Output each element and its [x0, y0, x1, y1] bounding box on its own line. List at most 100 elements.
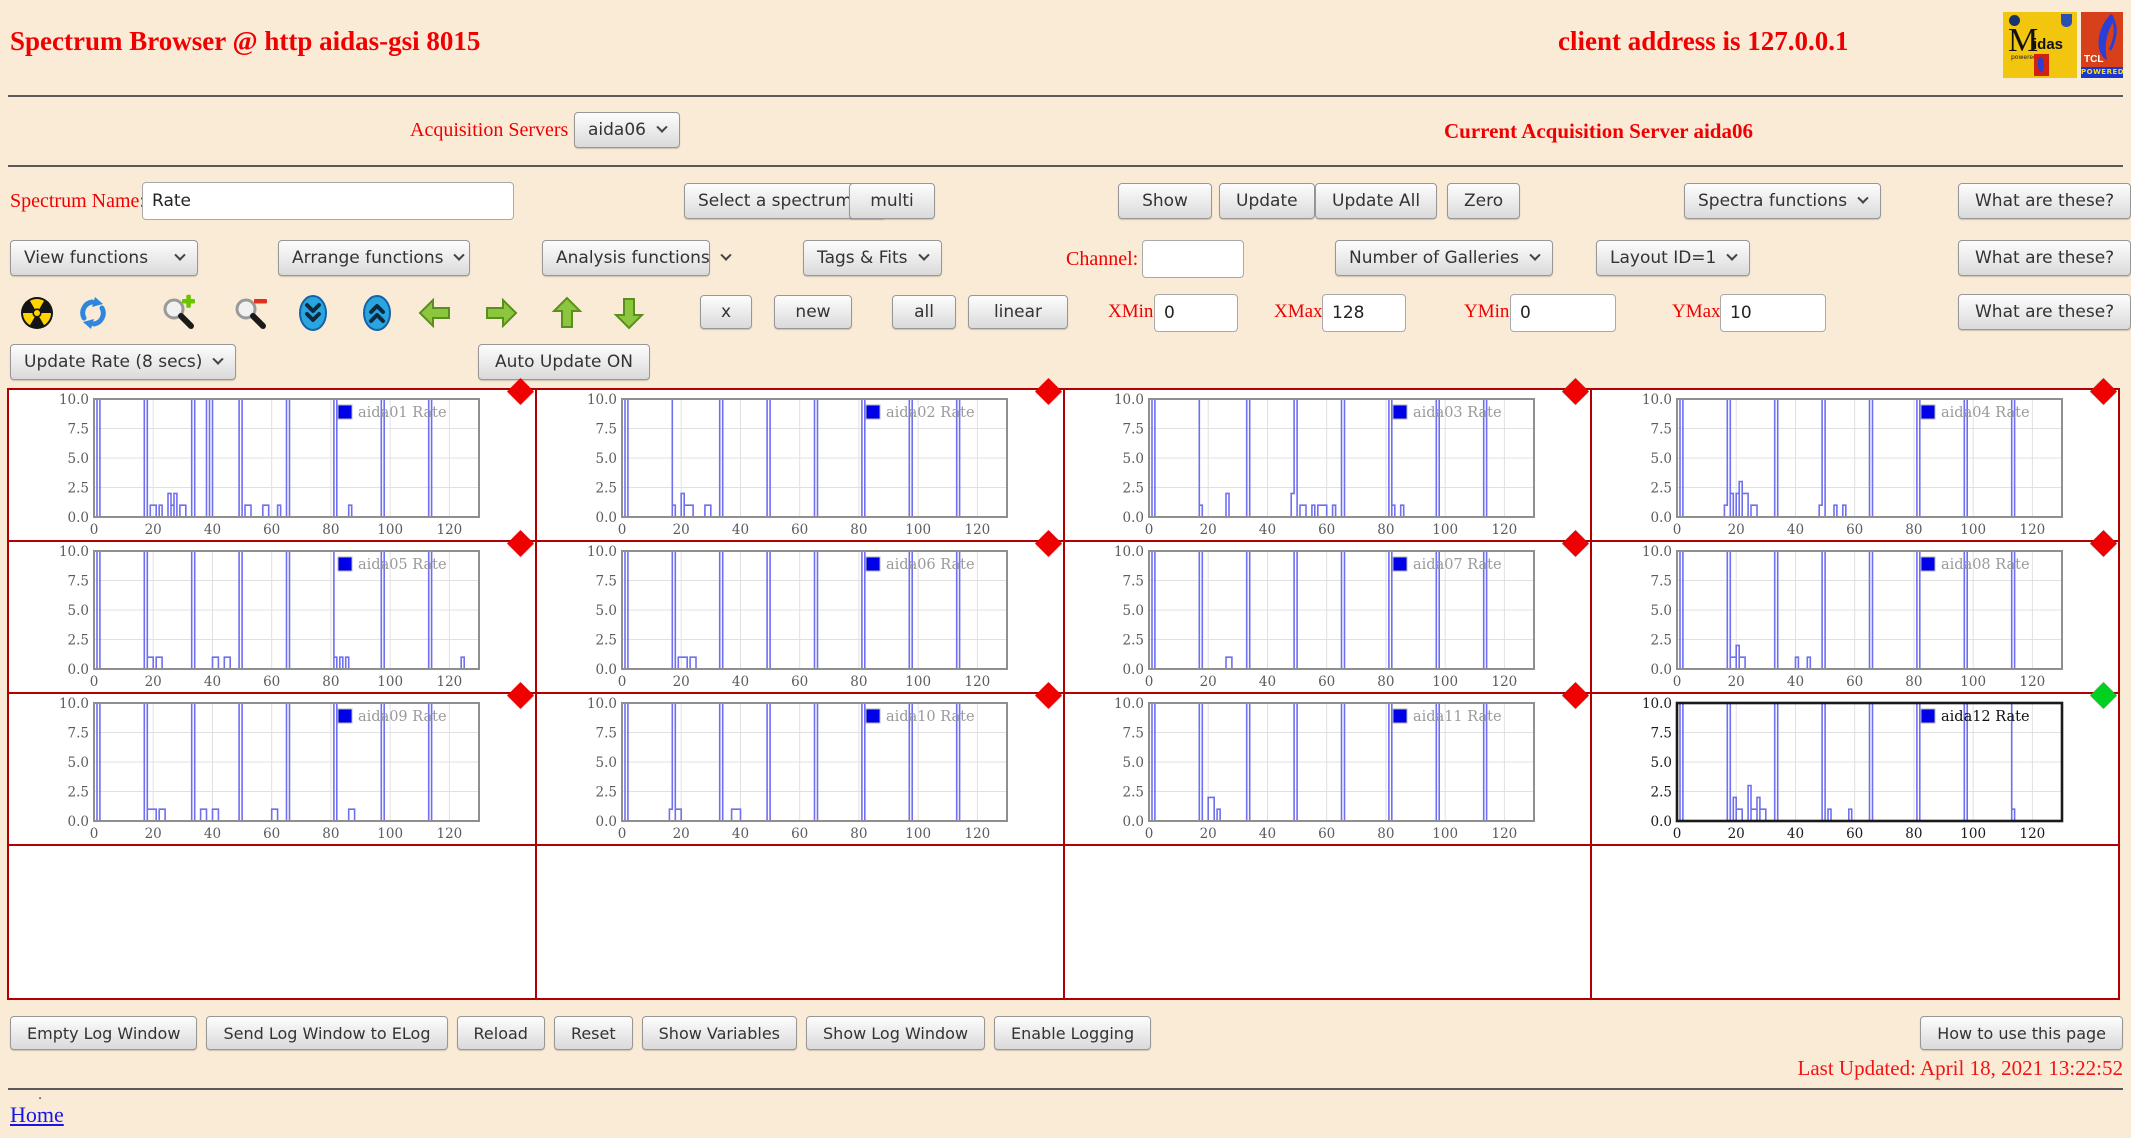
scroll-down-icon[interactable] — [294, 294, 332, 332]
show-log-window-button[interactable]: Show Log Window — [806, 1016, 986, 1050]
move-up-icon[interactable] — [548, 294, 586, 332]
enable-logging-button[interactable]: Enable Logging — [994, 1016, 1152, 1050]
chart-cell-aida11[interactable]: 0.0 2.5 5.0 7.5 10.0 0 20 40 60 80 100 120 aida11 Ra… — [1064, 682, 1591, 844]
empty-log-window-button[interactable]: Empty Log Window — [10, 1016, 198, 1050]
chart-cell-aida09[interactable]: 0.0 2.5 5.0 7.5 10.0 0 20 40 60 80 100 120 aida09 Ra… — [9, 682, 535, 844]
svg-text:aida12 Rate: aida12 Rate — [1941, 709, 2030, 725]
midas-logo: M idas powered by — [2003, 12, 2077, 78]
svg-text:aida03 Rate: aida03 Rate — [1413, 405, 1502, 421]
chart-cell-aida01[interactable]: 0.0 2.5 5.0 7.5 10.0 0 20 40 60 80 100 120 aida01 Ra… — [9, 378, 535, 540]
chart-cell-aida02[interactable]: 0.0 2.5 5.0 7.5 10.0 0 20 40 60 80 100 120 aida02 Ra… — [536, 378, 1063, 540]
number-of-galleries-dropdown[interactable]: Number of Galleries — [1335, 240, 1554, 276]
tags-fits-dropdown[interactable]: Tags & Fits — [803, 240, 942, 276]
send-log-window-to-elog-button[interactable]: Send Log Window to ELog — [206, 1016, 448, 1050]
all-button[interactable]: all — [892, 295, 956, 329]
show-button[interactable]: Show — [1118, 183, 1212, 219]
chart-cell-aida12[interactable]: 0.0 2.5 5.0 7.5 10.0 0 20 40 60 80 100 120 aida12 Ra… — [1592, 682, 2118, 844]
svg-text:5.0: 5.0 — [67, 603, 88, 619]
svg-text:0: 0 — [90, 522, 99, 538]
zoom-in-icon[interactable] — [160, 294, 198, 332]
svg-text:7.5: 7.5 — [1651, 726, 1672, 742]
zoom-out-icon[interactable] — [232, 294, 270, 332]
svg-text:60: 60 — [263, 674, 280, 690]
ymin-input[interactable] — [1510, 294, 1616, 332]
what-are-these-button-1[interactable]: What are these? — [1958, 183, 2131, 219]
update-rate-dropdown[interactable]: Update Rate (8 secs) — [10, 344, 237, 380]
analysis-functions-dropdown[interactable]: Analysis functions — [542, 240, 732, 276]
svg-text:40: 40 — [732, 826, 749, 842]
svg-text:0.0: 0.0 — [595, 510, 616, 526]
spectrum-name-label: Spectrum Name: — [10, 190, 145, 212]
view-functions-dropdown[interactable]: View functions — [10, 240, 198, 276]
xmax-input[interactable] — [1322, 294, 1406, 332]
empty-cell — [1064, 846, 1591, 998]
chart-cell-aida03[interactable]: 0.0 2.5 5.0 7.5 10.0 0 20 40 60 80 100 120 aida03 Ra… — [1064, 378, 1591, 540]
page-title: Spectrum Browser @ http aidas-gsi 8015 — [10, 26, 481, 56]
acquisition-server-select[interactable]: aida06 — [574, 112, 680, 148]
move-down-icon[interactable] — [610, 294, 648, 332]
svg-text:40: 40 — [1259, 826, 1276, 842]
zero-button[interactable]: Zero — [1447, 183, 1521, 219]
svg-text:0: 0 — [1145, 826, 1154, 842]
spectrum-chart: 0.0 2.5 5.0 7.5 10.0 0 20 40 60 80 100 120 aida03 Ra… — [1114, 392, 1536, 538]
arrange-functions-dropdown[interactable]: Arrange functions — [278, 240, 470, 276]
arrange-functions-label: Arrange functions — [292, 248, 444, 268]
spectrum-name-input[interactable] — [142, 182, 514, 220]
stray-dot: . — [38, 1088, 43, 1103]
svg-text:120: 120 — [2020, 826, 2046, 842]
chart-cell-aida04[interactable]: 0.0 2.5 5.0 7.5 10.0 0 20 40 60 80 100 120 aida04 Ra… — [1592, 378, 2118, 540]
what-are-these-button-3[interactable]: What are these? — [1958, 294, 2131, 330]
svg-text:100: 100 — [905, 522, 931, 538]
tcl-powered-logo: TCL POWERED — [2081, 12, 2123, 78]
midas-shield-icon — [2061, 14, 2072, 27]
svg-text:80: 80 — [322, 826, 339, 842]
linear-button[interactable]: linear — [968, 295, 1068, 329]
svg-text:80: 80 — [1905, 826, 1922, 842]
what-are-these-button-2[interactable]: What are these? — [1958, 240, 2131, 276]
spectra-functions-dropdown[interactable]: Spectra functions — [1684, 183, 1882, 219]
chart-cell-aida07[interactable]: 0.0 2.5 5.0 7.5 10.0 0 20 40 60 80 100 120 aida07 Ra… — [1064, 530, 1591, 692]
multi-button[interactable]: multi — [849, 183, 935, 219]
svg-text:10.0: 10.0 — [1642, 544, 1672, 560]
show-variables-button[interactable]: Show Variables — [641, 1016, 798, 1050]
move-left-icon[interactable] — [416, 294, 454, 332]
chart-cell-aida05[interactable]: 0.0 2.5 5.0 7.5 10.0 0 20 40 60 80 100 120 aida05 Ra… — [9, 530, 535, 692]
svg-text:120: 120 — [436, 522, 462, 538]
svg-text:2.5: 2.5 — [1651, 785, 1672, 801]
x-button[interactable]: x — [700, 295, 752, 329]
reload-button[interactable]: Reload — [456, 1016, 545, 1050]
svg-text:20: 20 — [144, 522, 161, 538]
scroll-up-icon[interactable] — [358, 294, 396, 332]
auto-update-button[interactable]: Auto Update ON — [478, 344, 650, 380]
chart-cell-aida10[interactable]: 0.0 2.5 5.0 7.5 10.0 0 20 40 60 80 100 120 aida10 Ra… — [536, 682, 1063, 844]
svg-text:2.5: 2.5 — [595, 785, 616, 801]
update-all-button[interactable]: Update All — [1315, 183, 1438, 219]
svg-text:7.5: 7.5 — [67, 574, 88, 590]
reset-button[interactable]: Reset — [553, 1016, 633, 1050]
svg-text:120: 120 — [1492, 522, 1518, 538]
chevron-down-icon — [1529, 249, 1541, 261]
layout-id-dropdown[interactable]: Layout ID=1 — [1596, 240, 1751, 276]
how-to-use-button[interactable]: How to use this page — [1920, 1016, 2123, 1050]
svg-text:aida05 Rate: aida05 Rate — [358, 557, 447, 573]
spectrum-chart: 0.0 2.5 5.0 7.5 10.0 0 20 40 60 80 100 120 aida04 Ra… — [1642, 392, 2064, 538]
xmin-label: XMin — [1108, 301, 1154, 322]
home-link[interactable]: Home — [10, 1102, 64, 1128]
refresh-icon[interactable] — [74, 294, 112, 332]
radiation-icon[interactable] — [18, 294, 56, 332]
midas-mini-tcl-icon — [2034, 54, 2049, 76]
svg-text:20: 20 — [144, 674, 161, 690]
status-marker-icon — [1034, 378, 1062, 405]
channel-input[interactable] — [1142, 240, 1244, 278]
move-right-icon[interactable] — [482, 294, 520, 332]
chart-cell-aida08[interactable]: 0.0 2.5 5.0 7.5 10.0 0 20 40 60 80 100 120 aida08 Ra… — [1592, 530, 2118, 692]
xmin-input[interactable] — [1154, 294, 1238, 332]
svg-text:100: 100 — [1960, 826, 1986, 842]
chart-cell-aida06[interactable]: 0.0 2.5 5.0 7.5 10.0 0 20 40 60 80 100 120 aida06 Ra… — [536, 530, 1063, 692]
chevron-down-icon — [212, 353, 225, 365]
svg-text:2.5: 2.5 — [67, 785, 88, 801]
ymax-input[interactable] — [1720, 294, 1826, 332]
update-button[interactable]: Update — [1219, 183, 1315, 219]
svg-text:5.0: 5.0 — [1651, 755, 1672, 771]
new-button[interactable]: new — [774, 295, 852, 329]
